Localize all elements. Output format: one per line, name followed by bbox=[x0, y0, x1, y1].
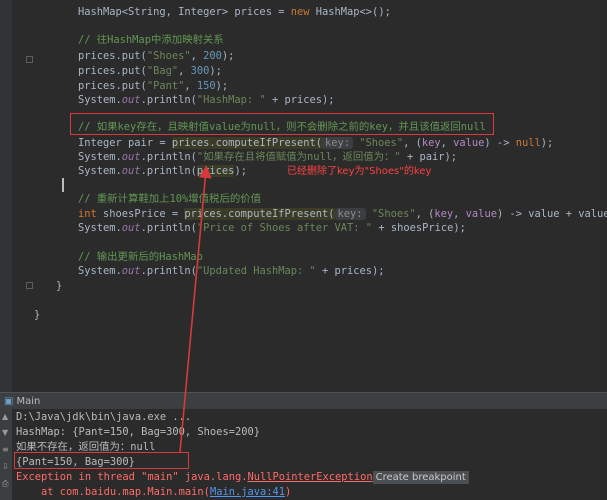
console-line-stack: at com.baidu.map.Main.main(Main.java:41) bbox=[16, 486, 292, 498]
print-icon[interactable]: ⎙ bbox=[2, 479, 8, 489]
text-caret bbox=[62, 178, 64, 192]
code-line-println: System.out.println("HashMap: " + prices)… bbox=[78, 94, 335, 106]
annotation-text: 已经删除了key为"Shoes"的key bbox=[287, 166, 432, 177]
exception-link[interactable]: NullPointerException bbox=[247, 471, 372, 483]
source-link[interactable]: Main.java:41 bbox=[210, 486, 285, 498]
code-line-println: System.out.println("Price of Shoes after… bbox=[78, 222, 466, 234]
wrap-icon[interactable]: ≡ bbox=[2, 445, 9, 454]
console-line-exception: Exception in thread "main" java.lang.Nul… bbox=[16, 470, 469, 485]
closing-brace: } bbox=[34, 309, 41, 321]
fold-marker-icon[interactable] bbox=[26, 56, 33, 63]
param-hint: key: bbox=[334, 208, 366, 220]
console-line: HashMap: {Pant=150, Bag=300, Shoes=200} bbox=[16, 426, 260, 438]
scroll-icon[interactable]: ⇩ bbox=[2, 462, 9, 471]
run-panel-header: ▣ Main bbox=[0, 392, 607, 410]
run-config-icon: ▣ bbox=[4, 396, 14, 407]
param-hint: key: bbox=[321, 137, 354, 149]
code-line-1: HashMap<String, Integer> prices = new Ha… bbox=[78, 6, 391, 18]
console-line: D:\Java\jdk\bin\java.exe ... bbox=[16, 411, 192, 423]
editor-gutter bbox=[0, 0, 12, 392]
fold-marker-icon[interactable] bbox=[26, 282, 33, 289]
code-line-put: prices.put("Bag", 300); bbox=[78, 65, 222, 77]
code-line-println: System.out.println("Updated HashMap: " +… bbox=[78, 265, 385, 277]
code-editor[interactable]: HashMap<String, Integer> prices = new Ha… bbox=[0, 0, 607, 392]
create-breakpoint-tooltip[interactable]: Create breakpoint bbox=[372, 471, 469, 484]
run-tab[interactable]: ▣ Main bbox=[4, 394, 40, 409]
console-toolbar: ▲ ▼ ≡ ⇩ ⎙ bbox=[0, 409, 12, 500]
code-comment: // 往HashMap中添加映射关系 bbox=[78, 34, 224, 46]
highlight-box-comment bbox=[70, 113, 494, 135]
code-comment: // 重新计算鞋加上10%增值税后的价值 bbox=[78, 193, 262, 205]
highlight-box-output bbox=[14, 452, 189, 469]
code-line-put: prices.put("Shoes", 200); bbox=[78, 50, 235, 62]
stop-icon[interactable]: ▼ bbox=[2, 428, 8, 437]
code-line-println: System.out.println(prices); bbox=[78, 165, 247, 177]
closing-brace: } bbox=[56, 280, 63, 292]
rerun-icon[interactable]: ▲ bbox=[2, 412, 8, 421]
